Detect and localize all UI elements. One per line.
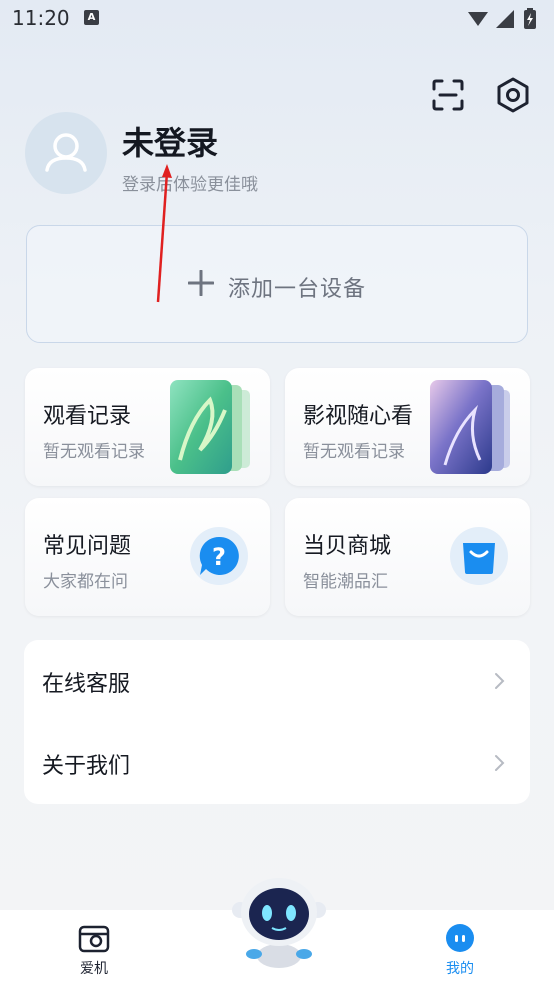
settings-button[interactable] (493, 75, 533, 115)
card-subtitle: 暂无观看记录 (303, 442, 405, 462)
mine-icon (446, 924, 474, 952)
scan-button[interactable] (428, 75, 468, 115)
card-watch-history[interactable]: 观看记录 暂无观看记录 (25, 368, 270, 486)
plus-icon (188, 270, 214, 296)
list-item-about-us[interactable]: 关于我们 (24, 722, 530, 804)
list-item-label: 关于我们 (42, 754, 131, 779)
svg-text:?: ? (212, 543, 226, 571)
card-title: 当贝商城 (303, 534, 392, 559)
tab-mine[interactable]: 我的 (430, 922, 490, 980)
user-name[interactable]: 未登录 (122, 118, 218, 164)
card-mall[interactable]: 当贝商城 智能潮品汇 (285, 498, 530, 616)
user-icon (45, 133, 87, 172)
card-title: 常见问题 (43, 534, 132, 559)
status-time: 11:20 (12, 6, 70, 30)
watch-history-thumbnail-icon (170, 380, 250, 474)
card-title: 观看记录 (43, 404, 132, 429)
login-hint[interactable]: 登录后体验更佳哦 (122, 170, 258, 195)
list-item-label: 在线客服 (42, 672, 131, 697)
scan-icon (432, 79, 464, 111)
add-device-label: 添加一台设备 (228, 277, 367, 302)
list-item-online-service[interactable]: 在线客服 (24, 640, 530, 722)
card-subtitle: 智能潮品汇 (303, 572, 388, 592)
tab-label: 我的 (446, 961, 474, 977)
question-icon: ? (190, 527, 248, 585)
card-movies[interactable]: 影视随心看 暂无观看记录 (285, 368, 530, 486)
chevron-right-icon (495, 755, 505, 771)
card-faq[interactable]: 常见问题 大家都在问 ? (25, 498, 270, 616)
signal-battery-icon (468, 8, 536, 29)
settings-icon (497, 77, 529, 113)
card-title: 影视随心看 (303, 404, 414, 429)
movies-thumbnail-icon (430, 380, 510, 474)
status-bar: 11:20 A (0, 0, 554, 38)
tab-devices[interactable]: 爱机 (64, 922, 124, 980)
device-icon (78, 925, 110, 953)
card-subtitle: 大家都在问 (43, 572, 128, 592)
annotation-arrow-icon (156, 164, 172, 303)
robot-mascot-icon[interactable] (224, 868, 334, 972)
notification-icon: A (84, 10, 99, 25)
card-subtitle: 暂无观看记录 (43, 442, 145, 462)
chevron-right-icon (495, 673, 505, 689)
menu-list: 在线客服 关于我们 (24, 640, 530, 804)
avatar[interactable] (25, 112, 107, 194)
shopping-bag-icon (450, 527, 508, 585)
tab-label: 爱机 (80, 961, 108, 977)
